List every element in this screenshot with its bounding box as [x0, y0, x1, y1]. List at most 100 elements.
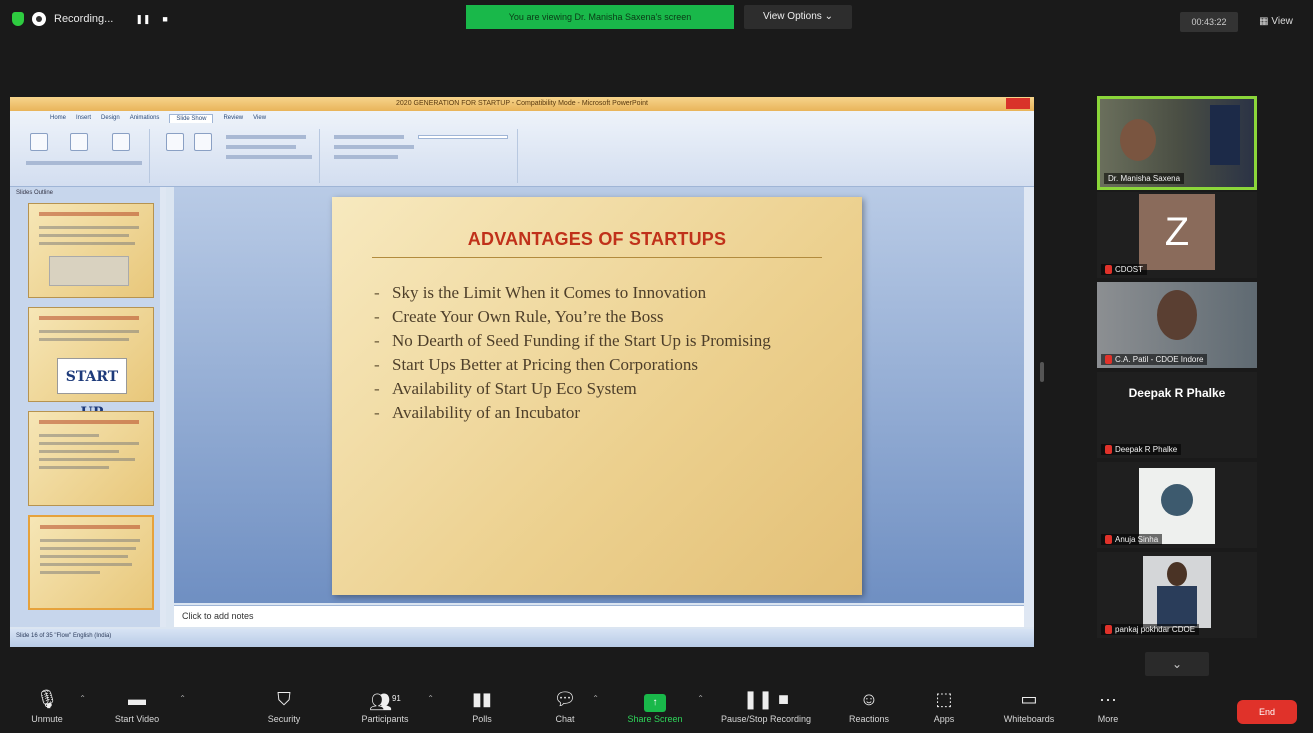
caret-up-icon[interactable]: ⌃ — [79, 694, 86, 703]
participants-icon: 👥︎ — [369, 692, 392, 712]
security-button[interactable]: ⛉ Security — [256, 688, 312, 724]
recording-indicator[interactable]: Recording... ❚❚ ■ — [12, 12, 168, 26]
pause-recording-icon[interactable]: ❚❚ — [135, 14, 150, 25]
share-screen-label: Share Screen — [627, 714, 683, 724]
ribbon-tab: Review — [223, 115, 244, 121]
shield-icon[interactable] — [12, 12, 24, 26]
thumbnail-title — [39, 316, 139, 320]
more-label: More — [1097, 714, 1119, 724]
slide-notes: Click to add notes — [174, 605, 1024, 627]
recording-icon — [32, 12, 46, 26]
apps-button[interactable]: ⬚ Apps — [924, 688, 964, 724]
powerpoint-window-title: 2020 GENERATION FOR STARTUP - Compatibil… — [396, 100, 648, 107]
polls-label: Polls — [472, 714, 492, 724]
ribbon-labels — [334, 155, 398, 159]
polls-button[interactable]: ▮▮ Polls — [462, 688, 502, 724]
participant-name: CDOST — [1101, 264, 1147, 275]
thumbnail-text — [40, 563, 132, 566]
participant-tile[interactable]: Deepak R Phalke Deepak R Phalke — [1097, 372, 1257, 458]
slide-title: ADVANTAGES OF STARTUPS — [467, 229, 727, 249]
thumbnail-text — [39, 450, 119, 453]
thumbnail-text — [39, 434, 99, 437]
panel-resize-handle[interactable] — [1040, 362, 1044, 382]
mic-muted-icon — [1105, 535, 1112, 544]
pause-stop-icon: ❚❚ ■ — [742, 689, 790, 709]
participant-tile[interactable]: Z CDOST — [1097, 192, 1257, 278]
participant-name: pankaj pokhdar CDOE — [1101, 624, 1200, 635]
caret-up-icon[interactable]: ⌃ — [427, 694, 434, 703]
participant-video — [1143, 556, 1211, 628]
whiteboards-button[interactable]: ▭ Whiteboards — [994, 688, 1064, 724]
unmute-button[interactable]: 🎙︎ Unmute ⌃ — [22, 688, 86, 724]
chat-button[interactable]: 💬︎ Chat ⌃ — [545, 688, 599, 724]
viewing-screen-banner: You are viewing Dr. Manisha Saxena's scr… — [466, 5, 734, 29]
thumbnail-text — [39, 330, 139, 333]
caret-up-icon[interactable]: ⌃ — [179, 694, 186, 703]
ribbon-tab: View — [253, 115, 267, 121]
participant-tile-active-speaker[interactable]: Dr. Manisha Saxena — [1097, 96, 1257, 190]
microphone-muted-icon: 🎙︎ — [35, 689, 59, 709]
participants-count: 91 — [391, 694, 401, 703]
pause-stop-recording-button[interactable]: ❚❚ ■ Pause/Stop Recording — [705, 688, 827, 724]
thumbnail-text — [39, 442, 139, 445]
powerpoint-title-bar: 2020 GENERATION FOR STARTUP - Compatibil… — [10, 97, 1034, 111]
bullet-item: No Dearth of Seed Funding if the Start U… — [370, 329, 840, 353]
ribbon-labels — [334, 145, 414, 149]
gallery-next-page-button[interactable]: ⌄ — [1145, 652, 1209, 676]
participant-tile[interactable]: Anuja Sinha — [1097, 462, 1257, 548]
slides-pane: Slides Outline START UP — [10, 187, 166, 627]
start-video-button[interactable]: ▬ Start Video ⌃ — [102, 688, 186, 724]
shared-screen: 2020 GENERATION FOR STARTUP - Compatibil… — [10, 97, 1034, 647]
participant-tile[interactable]: pankaj pokhdar CDOE — [1097, 552, 1257, 638]
set-up-slide-show-icon — [166, 133, 184, 151]
participants-button[interactable]: 👥︎91 Participants ⌃ — [350, 688, 434, 724]
pause-stop-recording-label: Pause/Stop Recording — [720, 714, 812, 724]
powerpoint-ribbon: Home Insert Design Animations Slide Show… — [10, 111, 1034, 187]
bullet-item: Create Your Own Rule, You’re the Boss — [370, 305, 840, 329]
view-button[interactable]: ▦ View — [1250, 12, 1302, 32]
bullet-item: Availability of Start Up Eco System — [370, 377, 840, 401]
share-screen-icon: ↑ — [620, 688, 690, 712]
more-button[interactable]: ··· More — [1090, 688, 1126, 724]
slides-pane-scrollbar — [160, 187, 166, 627]
caret-up-icon[interactable]: ⌃ — [697, 694, 704, 703]
chat-label: Chat — [555, 714, 575, 724]
security-label: Security — [267, 714, 301, 724]
chevron-down-icon: ⌄ — [824, 11, 833, 22]
participant-name-text: Anuja Sinha — [1115, 535, 1159, 544]
participant-video — [1157, 290, 1197, 340]
mic-muted-icon — [1105, 265, 1112, 274]
thumbnail-title — [39, 212, 139, 216]
chevron-down-icon: ⌄ — [1171, 657, 1183, 671]
participant-name: Anuja Sinha — [1101, 534, 1163, 545]
ribbon-group-set-up — [160, 129, 320, 183]
mic-muted-icon — [1105, 355, 1112, 364]
participant-tile[interactable]: C.A. Patil - CDOE Indore — [1097, 282, 1257, 368]
view-button-label: View — [1271, 16, 1293, 27]
stop-recording-icon[interactable]: ■ — [162, 14, 167, 24]
meeting-timer: 00:43:22 — [1180, 12, 1238, 32]
participant-video — [1120, 119, 1156, 161]
ribbon-group-monitors — [328, 129, 518, 183]
video-off-icon: ▬ — [128, 689, 146, 709]
view-options-button[interactable]: View Options ⌄ — [744, 5, 852, 29]
ribbon-labels — [226, 155, 312, 159]
ribbon-labels — [26, 161, 142, 165]
apps-icon: ⬚ — [935, 689, 953, 709]
window-close-button — [1006, 98, 1030, 109]
reactions-button[interactable]: ☺ Reactions — [840, 688, 898, 724]
thumbnail-text — [40, 539, 140, 542]
current-slide: ADVANTAGES OF STARTUPS Sky is the Limit … — [332, 197, 862, 595]
participant-video — [1210, 105, 1240, 165]
participant-name-text: C.A. Patil - CDOE Indore — [1115, 355, 1204, 364]
participant-name: Dr. Manisha Saxena — [1104, 173, 1185, 184]
thumbnail-text — [40, 571, 100, 574]
share-screen-button[interactable]: ↑ Share Screen ⌃ — [620, 688, 704, 724]
slide-scrollbar — [1024, 187, 1034, 627]
end-meeting-button[interactable]: End — [1237, 700, 1297, 724]
chat-icon: 💬︎ — [553, 689, 577, 709]
thumbnail-text — [39, 226, 139, 229]
caret-up-icon[interactable]: ⌃ — [592, 694, 599, 703]
reactions-label: Reactions — [848, 714, 890, 724]
meeting-top-bar: Recording... ❚❚ ■ You are viewing Dr. Ma… — [0, 0, 1313, 40]
